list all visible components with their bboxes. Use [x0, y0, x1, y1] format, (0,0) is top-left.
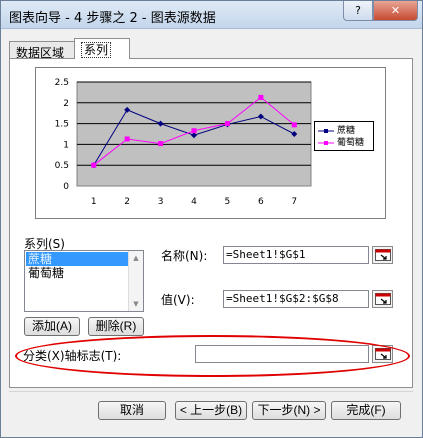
- data-point-glucose: [291, 122, 297, 128]
- scroll-down-icon[interactable]: ▼: [129, 297, 143, 311]
- series-listbox[interactable]: 蔗糖 葡萄糖 ▲ ▼: [24, 250, 144, 312]
- x-tick-label: 2: [124, 197, 130, 207]
- chart-legend: 蔗糖 葡萄糖: [314, 121, 374, 151]
- cancel-button[interactable]: 取消: [98, 401, 166, 420]
- finish-button[interactable]: 完成(F): [331, 401, 401, 420]
- y-tick-label: 0.5: [55, 161, 69, 171]
- data-point-glucose: [224, 121, 230, 127]
- legend-entry-sucrose: 蔗糖: [315, 125, 375, 137]
- title-bar[interactable]: 图表向导 - 4 步骤之 2 - 图表源数据 ? ✕: [1, 1, 422, 29]
- tab-series[interactable]: 系列: [74, 38, 130, 59]
- y-tick-label: 2.5: [55, 78, 69, 88]
- range-select-icon: [375, 293, 391, 305]
- y-tick-label: 1: [63, 140, 69, 150]
- legend-label-glucose: 葡萄糖: [337, 138, 365, 148]
- data-point-glucose: [158, 141, 164, 147]
- chart-wizard-window: 图表向导 - 4 步骤之 2 - 图表源数据 ? ✕ 数据区域 系列 0 0.5 1…: [0, 0, 423, 438]
- remove-series-button[interactable]: 删除(R): [88, 317, 144, 336]
- help-button[interactable]: ?: [343, 1, 373, 21]
- next-button[interactable]: 下一步(N) >: [252, 401, 326, 420]
- tab-data-range[interactable]: 数据区域: [9, 41, 75, 60]
- add-series-button[interactable]: 添加(A): [24, 317, 80, 336]
- footer-divider: [9, 391, 413, 392]
- legend-swatch-glucose: [318, 141, 334, 145]
- data-point-glucose: [91, 162, 97, 168]
- name-ref-button[interactable]: [372, 246, 393, 264]
- data-point-glucose: [258, 94, 264, 100]
- value-ref-button[interactable]: [372, 290, 393, 308]
- series-item-glucose[interactable]: 葡萄糖: [26, 266, 130, 280]
- range-select-icon: [375, 249, 391, 261]
- scroll-up-icon[interactable]: ▲: [129, 251, 143, 265]
- y-tick-label: 0: [63, 182, 69, 192]
- x-tick-label: 6: [258, 197, 264, 207]
- series-value-input[interactable]: =Sheet1!$G$2:$G$8: [223, 290, 369, 308]
- window-title: 图表向导 - 4 步骤之 2 - 图表源数据: [9, 11, 216, 26]
- x-tick-label: 3: [158, 197, 164, 207]
- legend-label-sucrose: 蔗糖: [337, 126, 356, 136]
- x-tick-label: 7: [291, 197, 297, 207]
- close-icon: ✕: [390, 4, 401, 17]
- close-button[interactable]: ✕: [373, 1, 418, 21]
- series-name-input[interactable]: =Sheet1!$G$1: [223, 246, 369, 264]
- tab-series-label: 系列: [81, 42, 112, 58]
- highlight-annotation: [15, 335, 410, 377]
- help-icon: ?: [355, 4, 361, 17]
- back-button[interactable]: < 上一步(B): [175, 401, 247, 420]
- series-list-scrollbar[interactable]: ▲ ▼: [128, 251, 143, 311]
- legend-entry-glucose: 葡萄糖: [315, 137, 375, 149]
- name-field-label: 名称(N):: [161, 249, 208, 263]
- data-point-glucose: [124, 136, 130, 142]
- legend-swatch-sucrose: [318, 129, 334, 133]
- value-field-label: 值(V):: [161, 293, 195, 307]
- x-tick-label: 4: [191, 197, 197, 207]
- y-tick-label: 2: [63, 99, 69, 109]
- y-tick-label: 1.5: [55, 120, 69, 130]
- x-tick-label: 1: [91, 197, 97, 207]
- x-tick-label: 5: [225, 197, 231, 207]
- data-point-glucose: [191, 128, 197, 134]
- series-item-sucrose[interactable]: 蔗糖: [26, 252, 130, 266]
